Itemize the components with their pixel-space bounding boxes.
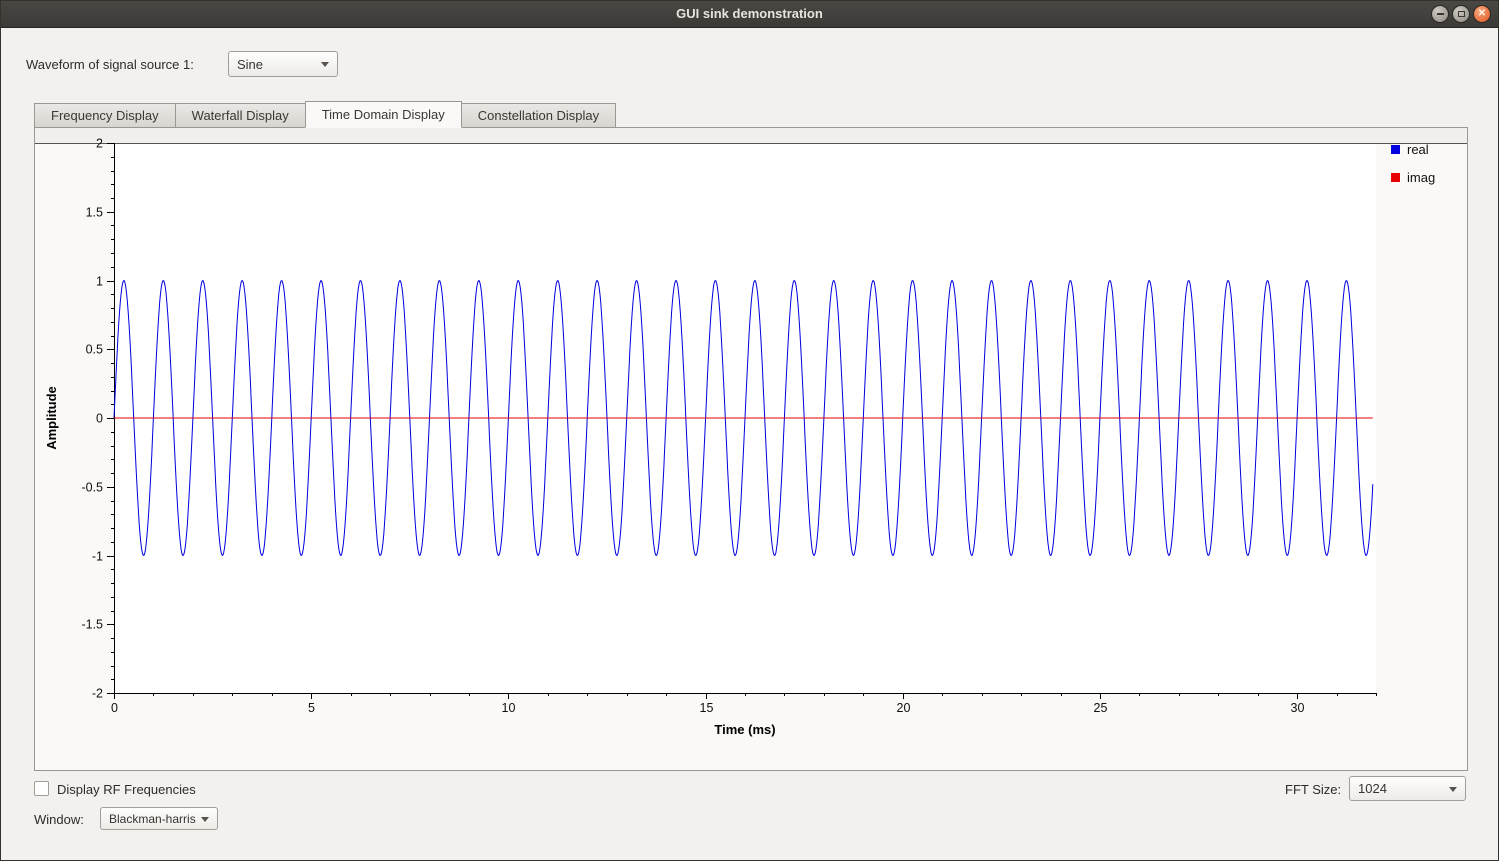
window: GUI sink demonstration ✕ Waveform of sig…	[0, 0, 1499, 861]
y-tick-label: -1.5	[81, 618, 103, 632]
y-tick-label: -0.5	[81, 481, 103, 495]
tab-label: Frequency Display	[51, 108, 159, 123]
window-fn-label: Window:	[34, 812, 84, 827]
waveform-select[interactable]: Sine	[228, 51, 338, 77]
minimize-button[interactable]	[1431, 5, 1449, 23]
titlebar: GUI sink demonstration ✕	[1, 1, 1498, 28]
legend-item-real: real	[1391, 142, 1435, 157]
x-tick-label: 20	[897, 701, 911, 715]
x-axis-title: Time (ms)	[714, 722, 775, 737]
legend-label: real	[1407, 142, 1429, 157]
fft-size-value: 1024	[1358, 781, 1387, 796]
y-tick-label: 0	[96, 412, 103, 426]
chevron-down-icon	[201, 817, 209, 822]
y-axis-title: Amplitude	[44, 386, 59, 450]
window-fn-select[interactable]: Blackman-harris	[100, 807, 218, 830]
maximize-icon	[1458, 11, 1465, 17]
y-tick-label: 1.5	[86, 206, 103, 220]
x-tick-label: 30	[1291, 701, 1305, 715]
tab-panel: 2 1.5 1 0.5 0 -0.5 -1 -1.5 -2 0 5 10 15 20 25 30 Amplitu…	[34, 127, 1468, 771]
chevron-down-icon	[1449, 787, 1457, 792]
y-tick-label: 0.5	[86, 343, 103, 357]
time-domain-plot[interactable]: 2 1.5 1 0.5 0 -0.5 -1 -1.5 -2 0 5 10 15 20 25 30 Amplitu…	[35, 128, 1467, 770]
fft-size-select[interactable]: 1024	[1349, 776, 1466, 801]
close-icon: ✕	[1478, 9, 1486, 19]
display-rf-checkbox[interactable]	[34, 781, 49, 796]
legend-item-imag: imag	[1391, 170, 1435, 185]
waveform-select-value: Sine	[237, 57, 263, 72]
tab-label: Time Domain Display	[322, 107, 445, 122]
y-tick-label: 1	[96, 275, 103, 289]
tab-waterfall-display[interactable]: Waterfall Display	[175, 103, 306, 128]
tab-constellation-display[interactable]: Constellation Display	[461, 103, 616, 128]
fft-size-label: FFT Size:	[1285, 782, 1341, 797]
tab-frequency-display[interactable]: Frequency Display	[34, 103, 176, 128]
minimize-icon	[1437, 13, 1444, 15]
x-tick-label: 0	[111, 701, 118, 715]
x-tick-label: 25	[1094, 701, 1108, 715]
plot-area[interactable]: 2 1.5 1 0.5 0 -0.5 -1 -1.5 -2 0 5 10 15 20 25 30 Amplitu…	[35, 128, 1467, 770]
tab-bar: Frequency Display Waterfall Display Time…	[34, 101, 615, 128]
x-tick-label: 5	[308, 701, 315, 715]
y-tick-label: -1	[92, 550, 103, 564]
y-tick-label: 2	[96, 137, 103, 151]
x-tick-label: 15	[700, 701, 714, 715]
display-rf-label: Display RF Frequencies	[57, 782, 196, 797]
waveform-source-label: Waveform of signal source 1:	[26, 57, 194, 72]
x-tick-label: 10	[502, 701, 516, 715]
chevron-down-icon	[321, 62, 329, 67]
plot-legend: real imag	[1391, 142, 1435, 198]
window-title: GUI sink demonstration	[1, 1, 1498, 27]
y-tick-label: -2	[92, 687, 103, 701]
plot-top-margin	[35, 128, 1467, 143]
close-button[interactable]: ✕	[1473, 5, 1491, 23]
window-fn-value: Blackman-harris	[109, 812, 196, 826]
legend-label: imag	[1407, 170, 1435, 185]
legend-swatch-imag	[1391, 173, 1400, 182]
tab-label: Constellation Display	[478, 108, 599, 123]
window-controls: ✕	[1431, 5, 1491, 23]
tab-time-domain-display[interactable]: Time Domain Display	[305, 101, 462, 128]
maximize-button[interactable]	[1452, 5, 1470, 23]
tab-label: Waterfall Display	[192, 108, 289, 123]
legend-swatch-real	[1391, 145, 1400, 154]
